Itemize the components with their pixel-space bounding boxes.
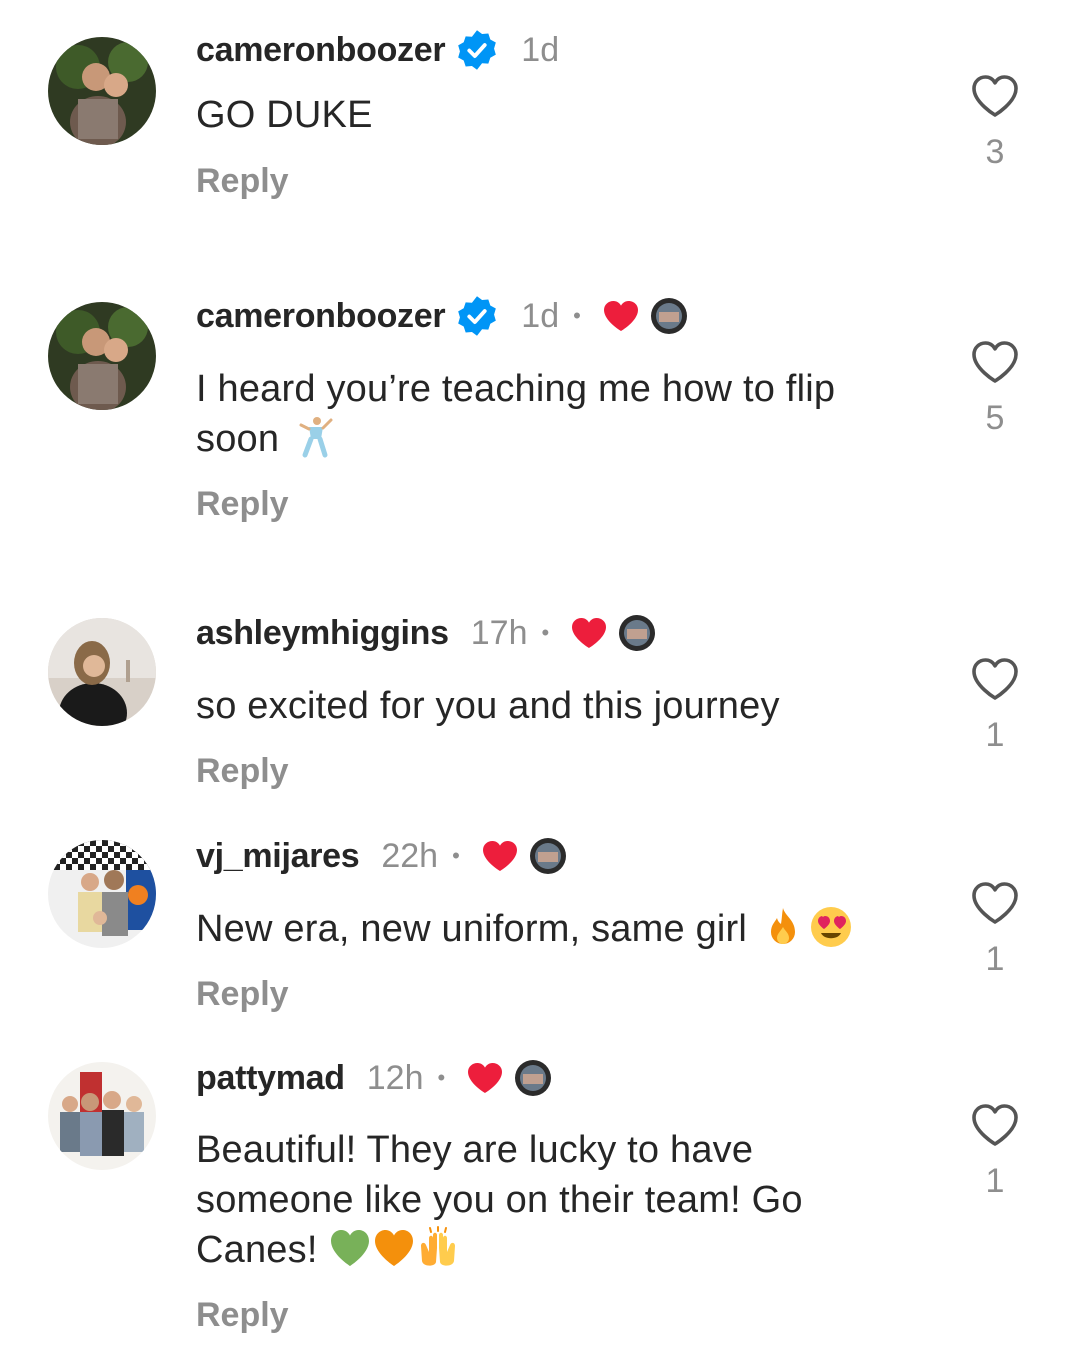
avatar[interactable] (48, 840, 156, 948)
verified-badge-icon (458, 296, 497, 336)
username[interactable]: pattymad (196, 1059, 345, 1098)
heart-outline-icon[interactable] (970, 656, 1020, 702)
timestamp: 17h (470, 613, 528, 652)
heart-outline-icon[interactable] (970, 880, 1020, 926)
like-count: 1 (985, 940, 1005, 978)
heart-outline-icon[interactable] (970, 73, 1020, 119)
dancing-man-emoji (299, 417, 333, 458)
username[interactable]: vj_mijares (196, 837, 360, 876)
timestamp: 1d (521, 296, 560, 335)
reply-button[interactable]: Reply (196, 752, 289, 791)
heart-outline-icon[interactable] (970, 1102, 1020, 1148)
author-avatar-mini (619, 615, 656, 651)
heart-filled-icon (468, 1063, 503, 1093)
comment-text: Beautiful! They are lucky to have someon… (196, 1129, 803, 1271)
avatar[interactable] (48, 302, 156, 410)
avatar[interactable] (48, 37, 156, 145)
heart-filled-icon (482, 841, 517, 871)
separator-dot: • (573, 303, 581, 328)
heart-filled-icon (572, 618, 607, 648)
comment-text: so excited for you and this journey (196, 685, 780, 727)
heart-filled-icon (603, 301, 638, 331)
avatar[interactable] (48, 618, 156, 726)
separator-dot: • (452, 843, 460, 868)
comment-text: New era, new uniform, same girl (196, 904, 916, 954)
like-count: 1 (985, 1162, 1005, 1200)
liked-by-author (480, 838, 566, 874)
timestamp: 12h (366, 1058, 424, 1097)
timestamp: 1d (521, 30, 560, 69)
timestamp: 22h (381, 836, 439, 875)
like-count: 1 (985, 716, 1005, 754)
liked-by-author (569, 615, 656, 651)
fire-emoji (771, 908, 796, 944)
reply-button[interactable]: Reply (196, 162, 289, 201)
separator-dot: • (437, 1065, 446, 1090)
like-count: 5 (985, 399, 1005, 437)
comment-text: GO DUKE (196, 94, 373, 136)
username[interactable]: ashleymhiggins (196, 614, 449, 653)
author-avatar-mini (529, 838, 566, 874)
author-avatar-mini (515, 1060, 552, 1096)
reply-button[interactable]: Reply (196, 485, 289, 524)
author-avatar-mini (650, 298, 687, 334)
raising-hands-emoji (420, 1226, 455, 1266)
reply-button[interactable]: Reply (196, 1296, 289, 1335)
username[interactable]: cameronboozer (196, 31, 446, 70)
verified-badge-icon (458, 30, 497, 70)
liked-by-author (465, 1060, 552, 1096)
username[interactable]: cameronboozer (196, 297, 446, 336)
like-count: 3 (985, 133, 1005, 171)
separator-dot: • (541, 620, 550, 645)
heart-outline-icon[interactable] (970, 339, 1020, 385)
reply-button[interactable]: Reply (196, 975, 289, 1014)
orange-heart-emoji (374, 1230, 413, 1266)
green-heart-emoji (330, 1230, 369, 1266)
avatar[interactable] (48, 1062, 156, 1170)
liked-by-author (601, 298, 687, 334)
comment-text: I heard you’re teaching me how to flip s… (196, 368, 836, 460)
heart-eyes-emoji (811, 907, 852, 947)
